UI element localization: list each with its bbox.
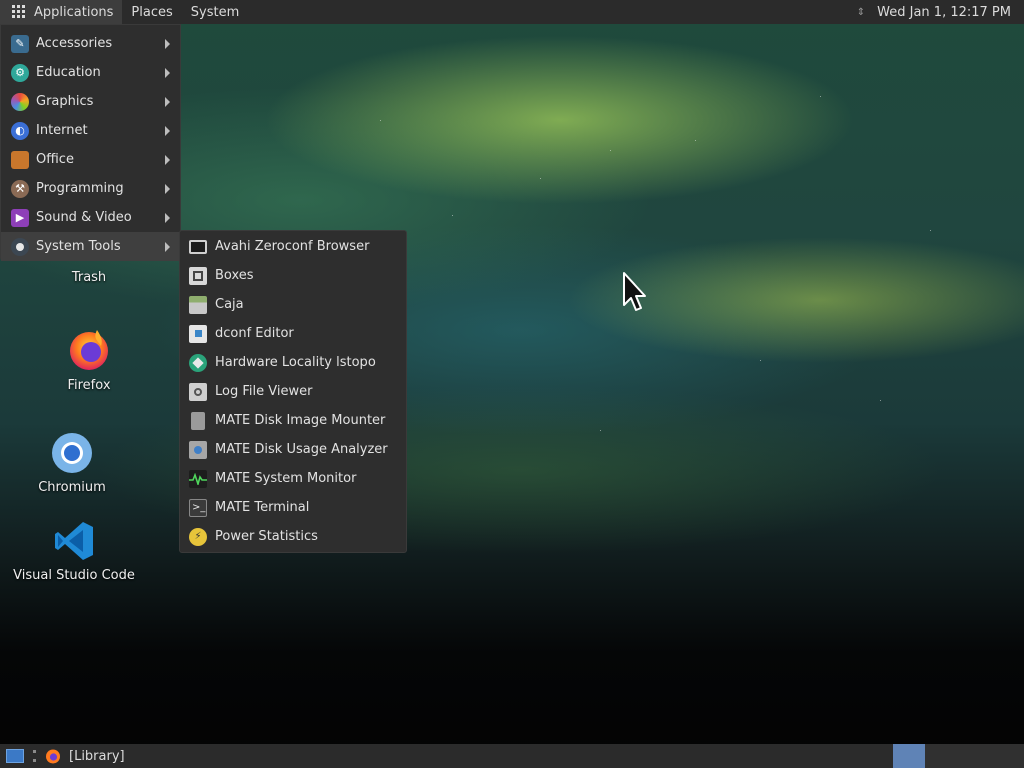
category-label: Accessories: [36, 36, 113, 51]
dconf-icon: [189, 324, 207, 343]
power-stats-icon: ⚡: [189, 527, 207, 546]
show-desktop-icon[interactable]: [6, 749, 24, 763]
menu-item-disk-mounter[interactable]: MATE Disk Image Mounter: [180, 406, 406, 435]
category-accessories[interactable]: ✎ Accessories: [1, 29, 180, 58]
desktop-background[interactable]: Trash Firefox Chromium Visual Studio Cod…: [0, 0, 1024, 768]
menu-item-dconf[interactable]: dconf Editor: [180, 319, 406, 348]
bottom-panel: [Library]: [0, 744, 1024, 768]
top-panel: Applications Places System ⇕ Wed Jan 1, …: [0, 0, 1024, 24]
menu-item-label: Caja: [215, 297, 244, 312]
caja-icon: [189, 295, 207, 314]
sound-video-icon: ▶: [11, 208, 29, 227]
category-label: Internet: [36, 123, 88, 138]
submenu-arrow-icon: [165, 96, 170, 107]
submenu-arrow-icon: [165, 67, 170, 78]
category-sound-video[interactable]: ▶ Sound & Video: [1, 203, 180, 232]
submenu-arrow-icon: [165, 125, 170, 136]
category-programming[interactable]: ⚒ Programming: [1, 174, 180, 203]
category-label: Sound & Video: [36, 210, 132, 225]
desktop-icon-label: Visual Studio Code: [13, 568, 135, 583]
boxes-icon: [189, 266, 207, 285]
firefox-icon: [70, 330, 108, 370]
tray-handle-icon[interactable]: ⇕: [857, 7, 865, 18]
menu-item-label: Log File Viewer: [215, 384, 313, 399]
applications-menu[interactable]: Applications: [0, 0, 123, 24]
menu-item-label: dconf Editor: [215, 326, 294, 341]
category-education[interactable]: ⚙ Education: [1, 58, 180, 87]
places-menu-label: Places: [131, 4, 173, 20]
category-label: Graphics: [36, 94, 94, 109]
menu-item-boxes[interactable]: Boxes: [180, 261, 406, 290]
system-tools-icon: [11, 237, 29, 256]
system-tools-submenu: Avahi Zeroconf Browser Boxes Caja dconf …: [179, 230, 407, 553]
workspace-2-button[interactable]: [925, 744, 1024, 768]
category-label: Programming: [36, 181, 124, 196]
menu-item-label: MATE Disk Usage Analyzer: [215, 442, 388, 457]
desktop-icon-chromium[interactable]: Chromium: [36, 432, 108, 495]
internet-icon: ◐: [11, 121, 29, 140]
menu-item-label: MATE Terminal: [215, 500, 310, 515]
firefox-icon: [46, 749, 60, 764]
system-menu[interactable]: System: [182, 0, 248, 24]
chromium-icon: [52, 433, 92, 473]
clock-area: ⇕ Wed Jan 1, 12:17 PM: [857, 5, 1024, 20]
category-label: Office: [36, 152, 74, 167]
desktop-icon-vscode[interactable]: Visual Studio Code: [13, 520, 135, 583]
clock[interactable]: Wed Jan 1, 12:17 PM: [877, 5, 1011, 20]
applications-dropdown: ✎ Accessories ⚙ Education Graphics ◐ Int…: [0, 24, 181, 261]
applications-menu-label: Applications: [34, 4, 114, 20]
menu-item-label: Boxes: [215, 268, 254, 283]
menu-item-system-monitor[interactable]: MATE System Monitor: [180, 464, 406, 493]
submenu-arrow-icon: [165, 38, 170, 49]
menu-item-label: MATE Disk Image Mounter: [215, 413, 386, 428]
category-system-tools[interactable]: System Tools: [1, 232, 180, 261]
menu-item-label: MATE System Monitor: [215, 471, 357, 486]
desktop-icon-label: Trash: [71, 270, 107, 285]
menu-item-terminal[interactable]: >_ MATE Terminal: [180, 493, 406, 522]
terminal-icon: >_: [189, 498, 207, 517]
disk-mounter-icon: [191, 411, 205, 430]
panel-handle-icon[interactable]: [33, 750, 36, 762]
desktop-icon-label: Chromium: [38, 480, 106, 495]
submenu-arrow-icon: [165, 212, 170, 223]
submenu-arrow-icon: [165, 241, 170, 252]
places-menu[interactable]: Places: [122, 0, 181, 24]
category-label: Education: [36, 65, 101, 80]
system-monitor-icon: [189, 469, 207, 488]
graphics-icon: [11, 92, 29, 111]
vscode-icon: [55, 522, 93, 560]
submenu-arrow-icon: [165, 154, 170, 165]
category-office[interactable]: Office: [1, 145, 180, 174]
office-icon: [11, 150, 29, 169]
lstopo-icon: [189, 353, 207, 372]
submenu-arrow-icon: [165, 183, 170, 194]
programming-icon: ⚒: [11, 179, 29, 198]
category-internet[interactable]: ◐ Internet: [1, 116, 180, 145]
menu-item-label: Avahi Zeroconf Browser: [215, 239, 370, 254]
menu-item-log-viewer[interactable]: Log File Viewer: [180, 377, 406, 406]
taskbar-button-library[interactable]: [Library]: [45, 748, 125, 764]
taskbar-button-label: [Library]: [69, 748, 125, 764]
avahi-icon: [189, 239, 207, 254]
menu-item-power-stats[interactable]: ⚡ Power Statistics: [180, 522, 406, 551]
system-menu-label: System: [190, 4, 240, 20]
menu-item-caja[interactable]: Caja: [180, 290, 406, 319]
menu-item-lstopo[interactable]: Hardware Locality lstopo: [180, 348, 406, 377]
workspace-1-button[interactable]: [893, 744, 925, 768]
menu-item-avahi[interactable]: Avahi Zeroconf Browser: [180, 232, 406, 261]
education-icon: ⚙: [11, 63, 29, 82]
menu-item-label: Hardware Locality lstopo: [215, 355, 376, 370]
menu-item-label: Power Statistics: [215, 529, 318, 544]
category-label: System Tools: [36, 239, 121, 254]
mouse-cursor-icon: [623, 272, 646, 311]
log-viewer-icon: [189, 382, 207, 401]
desktop-icon-firefox[interactable]: Firefox: [58, 326, 120, 393]
desktop-icon-label: Firefox: [67, 378, 111, 393]
menu-item-disk-usage[interactable]: MATE Disk Usage Analyzer: [180, 435, 406, 464]
accessories-icon: ✎: [11, 34, 29, 53]
category-graphics[interactable]: Graphics: [1, 87, 180, 116]
app-grid-icon: [12, 5, 26, 19]
disk-usage-icon: [189, 440, 207, 459]
